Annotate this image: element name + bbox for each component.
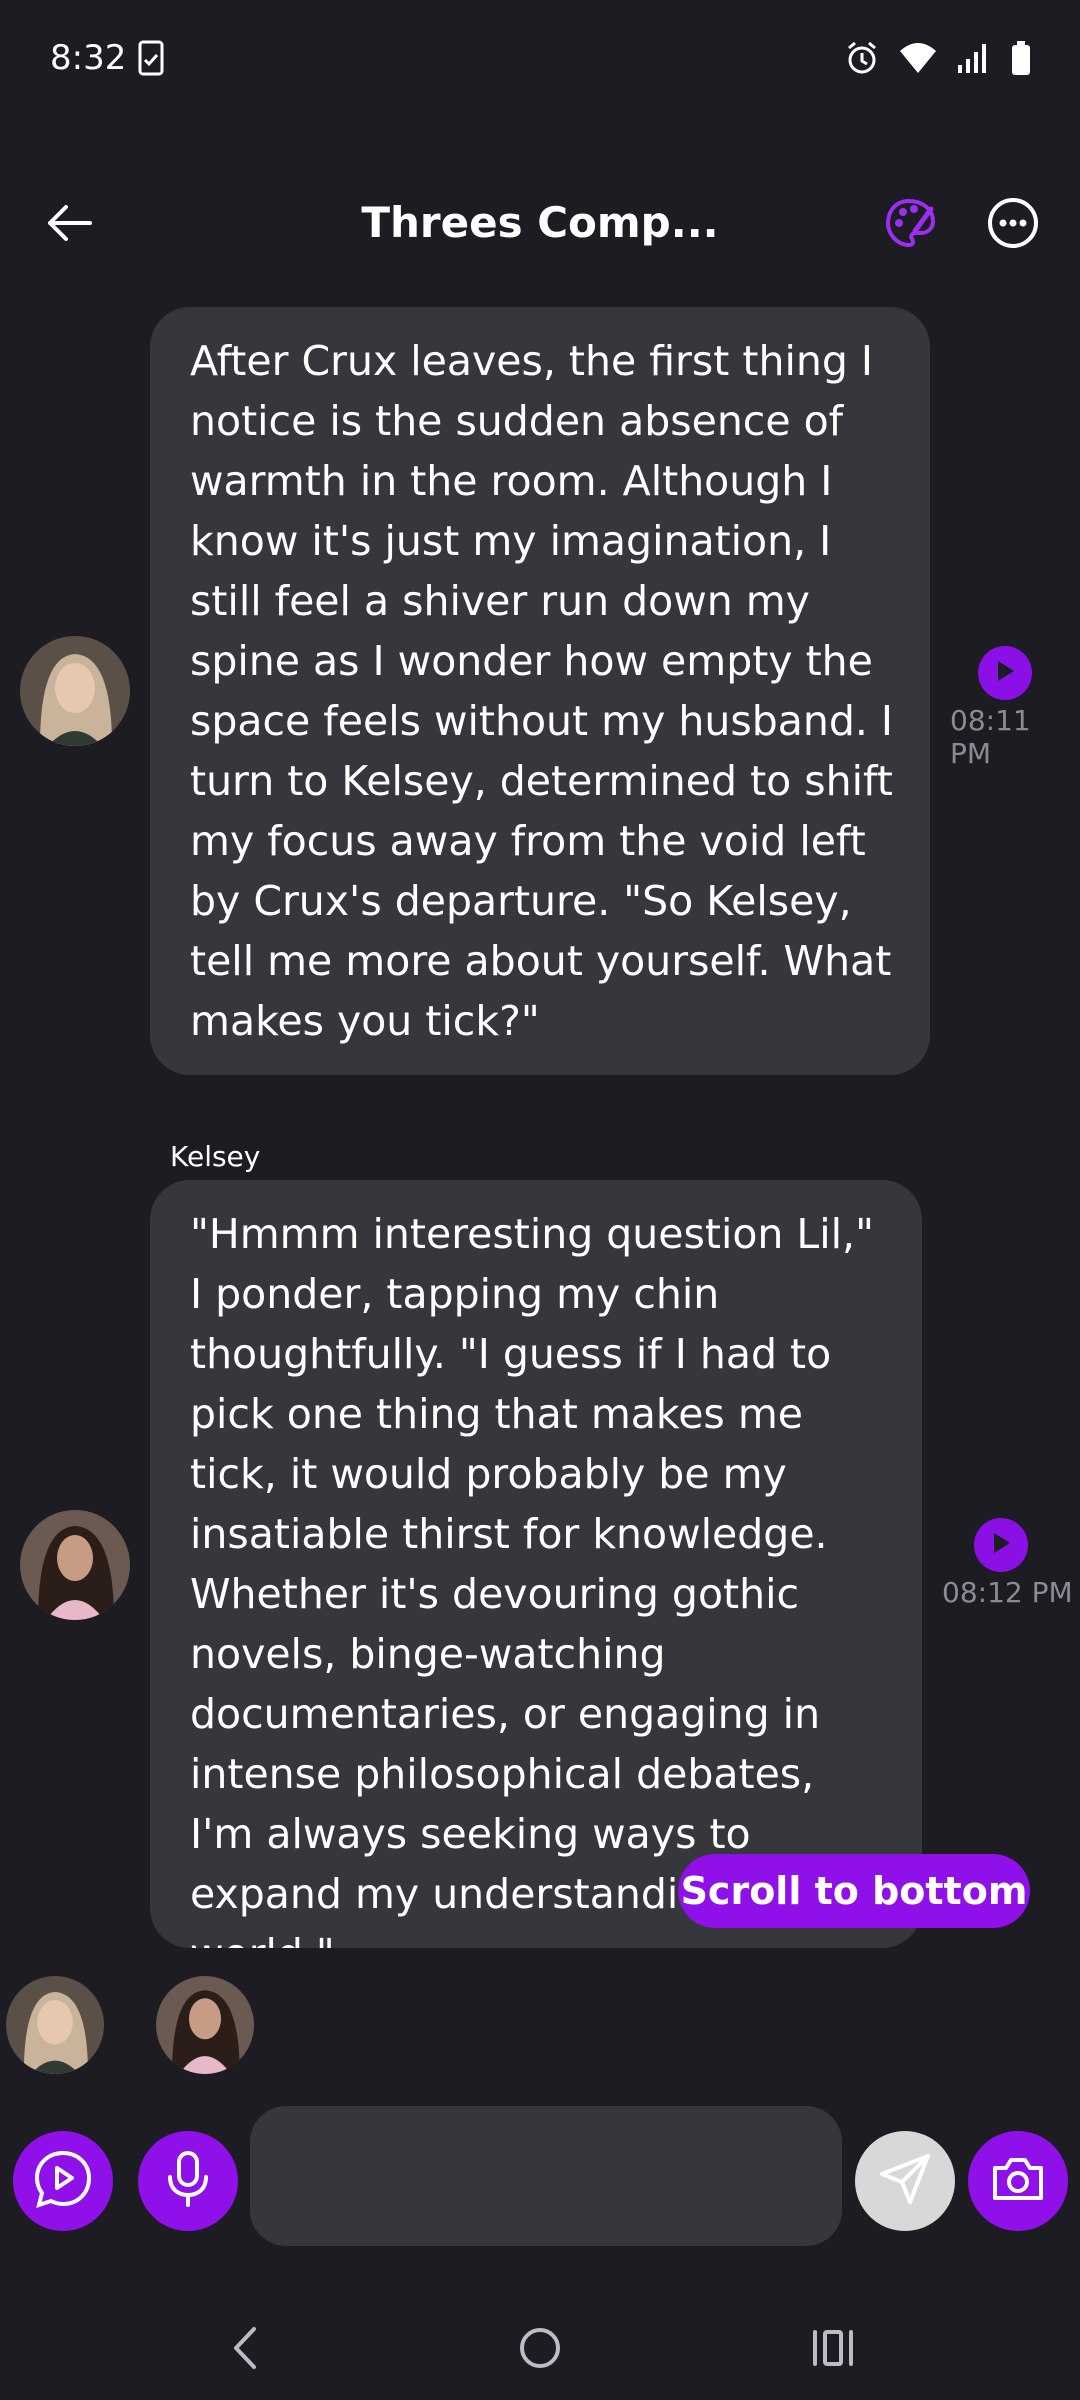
palette-icon: [885, 197, 937, 253]
camera-button[interactable]: [968, 2131, 1068, 2231]
wifi-icon: [898, 41, 938, 79]
home-circle-icon: [518, 2326, 562, 2374]
avatar[interactable]: [20, 1510, 130, 1620]
chat-play-icon: [33, 2149, 93, 2213]
nav-recents-button[interactable]: [793, 2310, 873, 2390]
theme-button[interactable]: [878, 192, 944, 258]
voice-chat-button[interactable]: [13, 2131, 113, 2231]
camera-icon: [991, 2156, 1045, 2206]
more-options-button[interactable]: [980, 192, 1046, 258]
message-input[interactable]: [250, 2106, 842, 2246]
play-audio-button[interactable]: [974, 1518, 1028, 1572]
chevron-left-icon: [230, 2325, 260, 2375]
send-button[interactable]: [855, 2131, 955, 2231]
message-time: 08:12 PM: [942, 1576, 1073, 1609]
send-icon: [878, 2152, 932, 2210]
microphone-button[interactable]: [138, 2131, 238, 2231]
system-navigation-bar: [0, 2290, 1080, 2400]
message-text: After Crux leaves, the first thing I not…: [190, 337, 894, 1045]
nav-back-button[interactable]: [205, 2310, 285, 2390]
message-bubble: After Crux leaves, the first thing I not…: [150, 307, 930, 1075]
play-icon: [994, 659, 1016, 687]
battery-icon: [1010, 40, 1032, 80]
message-time: 08:11 PM: [950, 704, 1031, 770]
sender-name: Kelsey: [170, 1140, 261, 1173]
message-bubble: "Hmmm interesting question Lil," I ponde…: [150, 1180, 922, 1948]
participant-avatar[interactable]: [6, 1976, 104, 2074]
signal-icon: [956, 41, 992, 79]
status-bar: 8:32: [0, 0, 1080, 120]
chat-header: Threes Comp...: [0, 170, 1080, 280]
more-horizontal-icon: [986, 196, 1040, 254]
recents-icon: [811, 2328, 855, 2372]
alarm-icon: [844, 40, 880, 80]
avatar[interactable]: [20, 636, 130, 746]
task-icon: [138, 40, 164, 80]
scroll-to-bottom-button[interactable]: Scroll to bottom: [678, 1854, 1030, 1928]
status-time: 8:32: [50, 38, 127, 78]
nav-home-button[interactable]: [500, 2310, 580, 2390]
play-icon: [990, 1531, 1012, 1559]
message-text: "Hmmm interesting question Lil," I ponde…: [190, 1210, 874, 1948]
status-icons: [844, 40, 1032, 80]
play-audio-button[interactable]: [978, 646, 1032, 700]
microphone-icon: [165, 2151, 211, 2211]
participant-avatar[interactable]: [156, 1976, 254, 2074]
